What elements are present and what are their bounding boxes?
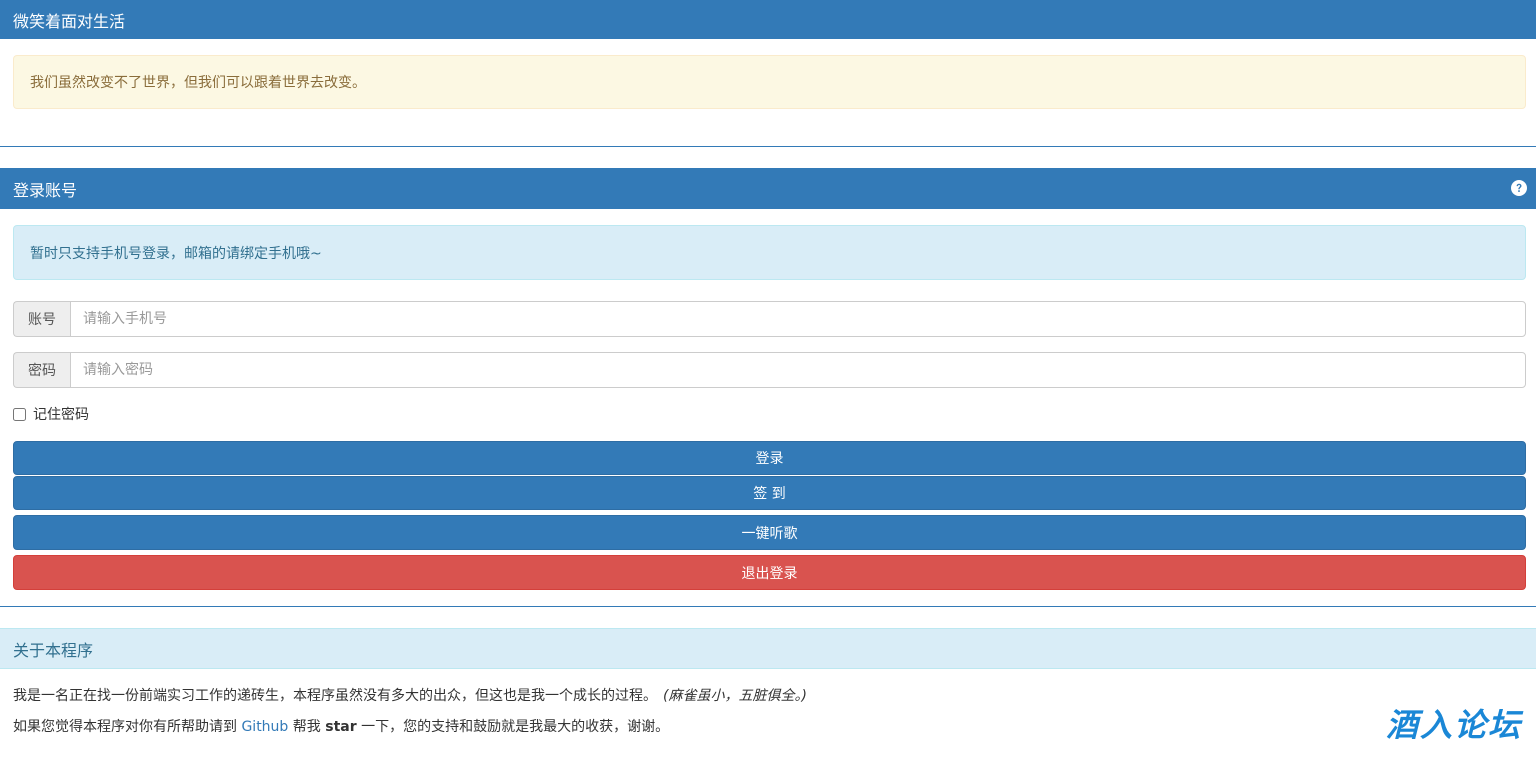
about-help-mid: 帮我 xyxy=(288,719,326,735)
signin-button[interactable]: 签 到 xyxy=(13,476,1526,510)
remember-password-label: 记住密码 xyxy=(33,407,89,423)
about-line-2: 如果您觉得本程序对你有所帮助请到 Github 帮我 star 一下，您的支持和… xyxy=(13,716,669,736)
password-input[interactable] xyxy=(70,352,1526,388)
password-label: 密码 xyxy=(13,352,70,388)
about-quote: (麻雀虽小，五脏俱全。) xyxy=(663,688,807,704)
account-input[interactable] xyxy=(70,301,1526,337)
login-panel-heading: 登录账号 xyxy=(0,168,1536,209)
listen-music-button[interactable]: 一键听歌 xyxy=(13,515,1526,550)
motto-message: 我们虽然改变不了世界，但我们可以跟着世界去改变。 xyxy=(30,75,366,91)
login-notice: 暂时只支持手机号登录，邮箱的请绑定手机哦~ xyxy=(30,245,322,262)
about-panel-heading: 关于本程序 xyxy=(0,628,1536,669)
about-help-prefix: 如果您觉得本程序对你有所帮助请到 xyxy=(13,719,242,735)
login-title: 登录账号 xyxy=(13,180,78,200)
login-button[interactable]: 登录 xyxy=(13,441,1526,475)
logout-button[interactable]: 退出登录 xyxy=(13,555,1526,590)
section-divider xyxy=(0,606,1536,607)
about-help-suffix: 一下，您的支持和鼓励就是我最大的收获，谢谢。 xyxy=(356,719,670,735)
section-divider xyxy=(0,146,1536,147)
star-text: star xyxy=(325,719,357,735)
forum-watermark: 酒入论坛 xyxy=(1385,706,1522,744)
about-line-1: 我是一名正在找一份前端实习工作的递砖生，本程序虽然没有多大的出众，但这也是我一个… xyxy=(13,685,807,705)
about-intro-text: 我是一名正在找一份前端实习工作的递砖生，本程序虽然没有多大的出众，但这也是我一个… xyxy=(13,688,657,704)
account-input-group: 账号 xyxy=(13,301,1526,337)
login-notice-alert: 暂时只支持手机号登录，邮箱的请绑定手机哦~ xyxy=(13,225,1526,280)
password-input-group: 密码 xyxy=(13,352,1526,388)
motto-title: 微笑着面对生活 xyxy=(13,11,126,31)
remember-password-option[interactable]: 记住密码 xyxy=(13,404,89,424)
question-circle-icon[interactable] xyxy=(1511,180,1527,196)
remember-password-checkbox[interactable] xyxy=(13,407,26,421)
account-label: 账号 xyxy=(13,301,70,337)
about-title: 关于本程序 xyxy=(13,640,94,660)
github-link[interactable]: Github xyxy=(241,719,288,735)
motto-panel-heading: 微笑着面对生活 xyxy=(0,0,1536,39)
motto-alert: 我们虽然改变不了世界，但我们可以跟着世界去改变。 xyxy=(13,55,1526,109)
